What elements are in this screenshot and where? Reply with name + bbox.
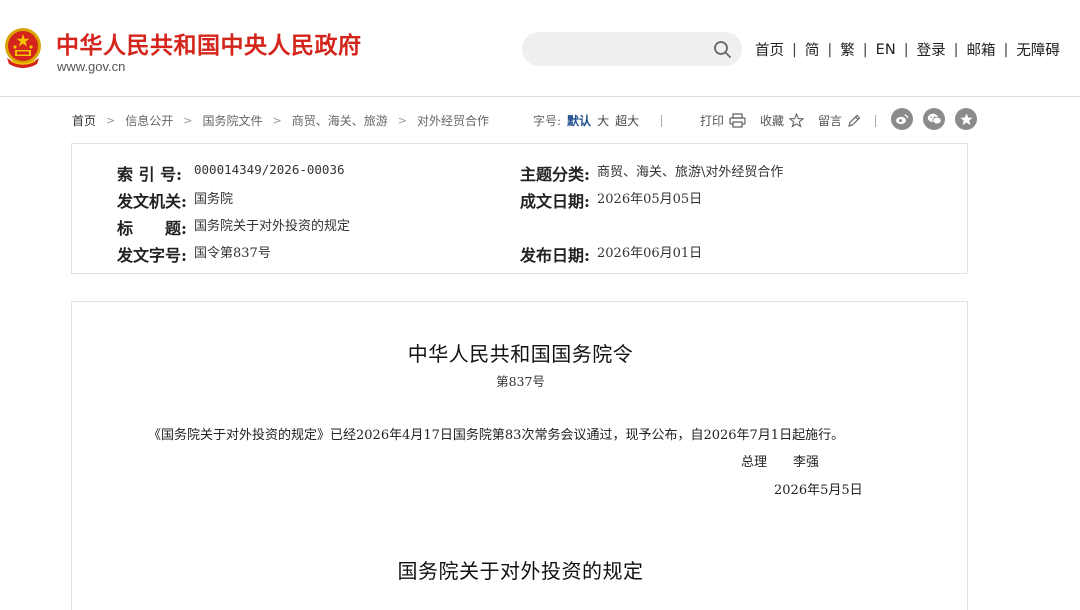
nav-separator: | (953, 41, 959, 58)
breadcrumb-foreign-trade[interactable]: 对外经贸合作 (417, 112, 489, 129)
breadcrumb-arrow: > (397, 114, 407, 127)
weibo-icon[interactable] (891, 108, 913, 130)
signer-name: 李强 (793, 455, 820, 470)
article-title: 中华人民共和国国务院令 (407, 342, 634, 366)
issuer-label: 发文机关: (117, 192, 187, 211)
site-header: 中华人民共和国中央人民政府 www.gov.cn 首页 | 简 | 繁 | EN… (0, 0, 1080, 97)
star-icon (789, 113, 805, 128)
favorite-button[interactable]: 收藏 (760, 112, 805, 129)
breadcrumb-home[interactable]: 首页 (72, 112, 96, 129)
font-size-label: 字号: (533, 114, 562, 128)
national-emblem-icon[interactable] (2, 26, 44, 72)
divider (875, 114, 877, 127)
nav-separator: | (827, 41, 833, 58)
nav-accessibility[interactable]: 无障碍 (1016, 39, 1060, 60)
search-icon[interactable] (713, 40, 732, 59)
pencil-icon (848, 114, 861, 127)
publish-date-value: 2026年06月01日 (597, 246, 703, 261)
nav-login[interactable]: 登录 (917, 39, 946, 60)
doc-number-value: 国令第837号 (194, 246, 271, 261)
document-metadata: 索 引 号: 000014349/2026-00036 主题分类: 商贸、海关、… (71, 143, 968, 274)
index-number-value: 000014349/2026-00036 (194, 162, 345, 177)
nav-mail[interactable]: 邮箱 (966, 39, 995, 60)
date-written-label: 成文日期: (520, 192, 590, 211)
top-navigation: 首页 | 简 | 繁 | EN | 登录 | 邮箱 | 无障碍 (755, 39, 1060, 60)
comment-button[interactable]: 留言 (818, 112, 861, 129)
decree-number: 第837号 (496, 374, 545, 389)
title-value: 国务院关于对外投资的规定 (194, 219, 351, 234)
signer-title: 总理 (741, 455, 768, 470)
breadcrumb-arrow: > (183, 114, 193, 127)
print-label: 打印 (700, 114, 725, 128)
favorite-label: 收藏 (760, 114, 785, 128)
article-body: 中华人民共和国国务院令 第837号 《国务院关于对外投资的规定》已经2026年4… (71, 301, 968, 610)
date-written-value: 2026年05月05日 (597, 192, 703, 207)
share-icons (881, 108, 977, 130)
breadcrumb-arrow: > (272, 114, 282, 127)
sign-date: 2026年5月5日 (774, 483, 863, 498)
issuer-value: 国务院 (194, 192, 234, 207)
font-size-large[interactable]: 大 (597, 112, 609, 129)
title-label: 标 题: (117, 219, 187, 238)
print-button[interactable]: 打印 (700, 112, 746, 129)
nav-home[interactable]: 首页 (755, 39, 784, 60)
doc-number-label: 发文字号: (117, 246, 187, 265)
nav-separator: | (903, 41, 909, 58)
comment-label: 留言 (818, 114, 843, 128)
breadcrumb-state-council-docs[interactable]: 国务院文件 (202, 112, 262, 129)
breadcrumb: 首页 > 信息公开 > 国务院文件 > 商贸、海关、旅游 > 对外经贸合作 (72, 112, 489, 129)
qzone-icon[interactable] (955, 108, 977, 130)
topic-label: 主题分类: (520, 165, 590, 184)
printer-icon (729, 113, 746, 128)
breadcrumb-commerce[interactable]: 商贸、海关、旅游 (292, 112, 388, 129)
nav-simplified[interactable]: 简 (805, 39, 820, 60)
breadcrumb-info-public[interactable]: 信息公开 (125, 112, 173, 129)
site-title[interactable]: 中华人民共和国中央人民政府 (56, 26, 362, 60)
divider (661, 114, 663, 127)
font-size-selector: 字号: 默认 大 超大 (533, 112, 663, 129)
nav-separator: | (1003, 41, 1009, 58)
page-tools: 打印 收藏 留言 (686, 112, 877, 129)
nav-english[interactable]: EN (876, 42, 896, 58)
wechat-icon[interactable] (923, 108, 945, 130)
font-size-default[interactable]: 默认 (567, 112, 591, 129)
index-number-label: 索 引 号: (117, 165, 183, 184)
nav-traditional[interactable]: 繁 (840, 39, 855, 60)
signature: 总理 李强 (741, 451, 819, 470)
font-size-xlarge[interactable]: 超大 (615, 112, 639, 129)
breadcrumb-arrow: > (106, 114, 116, 127)
search-input[interactable] (536, 39, 706, 59)
article-paragraph: 《国务院关于对外投资的规定》已经2026年4月17日国务院第83次常务会议通过，… (148, 428, 845, 443)
search-box (522, 32, 742, 66)
article-subtitle: 国务院关于对外投资的规定 (397, 559, 644, 583)
publish-date-label: 发布日期: (520, 246, 590, 265)
breadcrumb-bar: 首页 > 信息公开 > 国务院文件 > 商贸、海关、旅游 > 对外经贸合作 字号… (72, 108, 977, 132)
site-url[interactable]: www.gov.cn (57, 59, 125, 74)
topic-value: 商贸、海关、旅游\对外经贸合作 (597, 165, 784, 180)
nav-separator: | (862, 41, 868, 58)
nav-separator: | (792, 41, 797, 58)
